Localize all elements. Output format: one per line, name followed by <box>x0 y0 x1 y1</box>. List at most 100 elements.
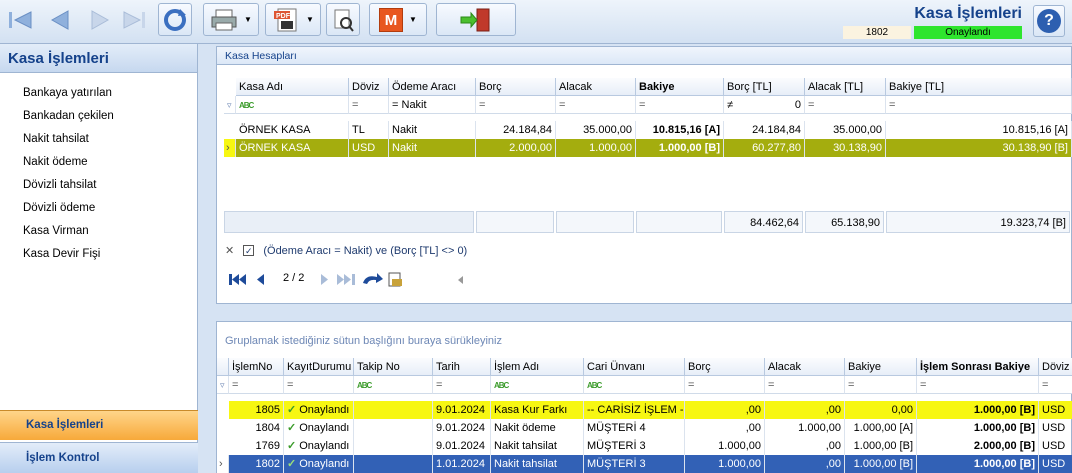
m-button[interactable]: M ▼ <box>369 3 427 36</box>
column-header[interactable]: Ödeme Aracı <box>389 78 476 96</box>
filter-odeme-araci[interactable]: = Nakit <box>389 96 476 114</box>
filter-eq[interactable]: = <box>886 96 1072 114</box>
filter-row: ▿ ABC = = Nakit = = = ≠ 0 = = <box>224 96 1072 114</box>
column-header[interactable]: Borç <box>476 78 556 96</box>
table-row[interactable]: 1805 ✓ Onaylandı 9.01.2024 Kasa Kur Farkı… <box>217 401 1072 419</box>
cell-islem: Nakit ödeme <box>491 419 584 437</box>
column-header[interactable]: Tarih <box>433 358 491 376</box>
column-header[interactable]: Borç <box>685 358 765 376</box>
last-record-button[interactable] <box>120 4 150 36</box>
column-header[interactable]: İşlemNo <box>229 358 284 376</box>
header-corner <box>217 358 229 376</box>
nav-kasa-islemleri[interactable]: Kasa İşlemleri <box>0 410 198 440</box>
filter-eq[interactable]: = <box>845 376 917 394</box>
last-page-icon[interactable] <box>337 274 355 285</box>
table-row[interactable]: 1804 ✓ Onaylandı 9.01.2024 Nakit ödeme MÜ… <box>217 419 1072 437</box>
abc-icon[interactable]: ABC <box>584 376 685 394</box>
filter-eq[interactable]: = <box>229 376 284 394</box>
filter-eq[interactable]: = <box>636 96 724 114</box>
filter-eq[interactable]: = <box>805 96 886 114</box>
column-header[interactable]: Alacak [TL] <box>805 78 886 96</box>
filter-eq[interactable]: = <box>433 376 491 394</box>
table-row[interactable]: 1769 ✓ Onaylandı 9.01.2024 Nakit tahsilat… <box>217 437 1072 455</box>
print-button[interactable]: ▼ <box>203 3 259 36</box>
filter-eq[interactable]: = <box>765 376 845 394</box>
column-header[interactable]: KayıtDurumu <box>284 358 354 376</box>
m-icon: M <box>379 7 404 32</box>
panel-title: Kasa Hesapları <box>217 47 1071 65</box>
group-panel-hint[interactable]: Gruplamak istediğiniz sütun başlığını bu… <box>225 335 502 347</box>
exit-button[interactable] <box>436 3 516 36</box>
help-icon: ? <box>1037 9 1061 33</box>
column-header[interactable]: Alacak <box>765 358 845 376</box>
column-header[interactable]: Cari Ünvanı <box>584 358 685 376</box>
refresh-icon <box>164 8 186 31</box>
nav-islem-kontrol[interactable]: İşlem Kontrol <box>0 442 198 473</box>
abc-icon[interactable]: ABC <box>491 376 584 394</box>
filter-eq[interactable]: = <box>685 376 765 394</box>
pdf-button[interactable]: PDF ▼ <box>265 3 321 36</box>
filter-borc-tl[interactable]: ≠ 0 <box>724 96 805 114</box>
tools-button[interactable] <box>326 3 360 36</box>
sidebar-item-dovizli-odeme[interactable]: Dövizli ödeme <box>23 202 95 214</box>
sidebar-item-nakit-tahsilat[interactable]: Nakit tahsilat <box>23 133 89 145</box>
sidebar-item-bankadan-cekilen[interactable]: Bankadan çekilen <box>23 110 114 122</box>
abc-icon[interactable]: ABC <box>236 96 349 114</box>
row-indicator-icon: › <box>224 139 236 157</box>
column-header[interactable]: Döviz <box>349 78 389 96</box>
filter-borc-tl-value: 0 <box>794 99 801 111</box>
cell-durum: ✓ Onaylandı <box>284 401 354 419</box>
next-page-icon[interactable] <box>321 274 328 285</box>
scroll-left-icon[interactable] <box>458 276 463 284</box>
cell-borc: 2.000,00 <box>476 139 556 157</box>
column-header[interactable]: Takip No <box>354 358 433 376</box>
first-record-button[interactable] <box>4 4 34 36</box>
filter-enabled-checkbox[interactable]: ✓ <box>243 245 255 256</box>
chevron-down-icon: ▼ <box>306 15 314 24</box>
cell-bakiye: 1.000,00 [B] <box>845 455 917 473</box>
first-page-icon[interactable] <box>229 274 246 285</box>
refresh-page-icon[interactable] <box>363 273 383 284</box>
page-indicator: 2 / 2 <box>283 272 305 284</box>
column-header[interactable]: Bakiye <box>636 78 724 96</box>
help-button[interactable]: ? <box>1033 5 1065 37</box>
column-header[interactable]: Bakiye <box>845 358 917 376</box>
sidebar-item-nakit-odeme[interactable]: Nakit ödeme <box>23 156 88 168</box>
previous-page-icon[interactable] <box>257 274 264 285</box>
export-icon[interactable] <box>388 272 402 287</box>
filter-eq[interactable]: = <box>1039 376 1072 394</box>
column-header[interactable]: Alacak <box>556 78 636 96</box>
filter-eq[interactable]: = <box>556 96 636 114</box>
column-header[interactable]: İşlem Adı <box>491 358 584 376</box>
total-bakiye-tl: 19.323,74 [B] <box>886 211 1070 233</box>
table-row-selected[interactable]: › ÖRNEK KASA USD Nakit 2.000,00 1.000,00… <box>224 139 1072 157</box>
check-icon: ✓ <box>287 404 297 416</box>
cell-bakiye: 1.000,00 [B] <box>845 437 917 455</box>
sidebar-title: Kasa İşlemleri <box>0 44 197 73</box>
total-bakiye <box>636 211 722 233</box>
column-header[interactable]: Döviz <box>1039 358 1072 376</box>
column-header[interactable]: Bakiye [TL] <box>886 78 1072 96</box>
column-header[interactable]: Kasa Adı <box>236 78 349 96</box>
filter-eq[interactable]: = <box>349 96 389 114</box>
column-header[interactable]: Borç [TL] <box>724 78 805 96</box>
filter-eq[interactable]: = <box>284 376 354 394</box>
refresh-button[interactable] <box>158 3 192 36</box>
close-icon[interactable]: ✕ <box>225 245 234 257</box>
sidebar-item-kasa-virman[interactable]: Kasa Virman <box>23 225 89 237</box>
table-row[interactable]: ÖRNEK KASA TL Nakit 24.184,84 35.000,00 … <box>224 121 1072 139</box>
filter-eq[interactable]: = <box>476 96 556 114</box>
sidebar-item-dovizli-tahsilat[interactable]: Dövizli tahsilat <box>23 179 97 191</box>
previous-record-button[interactable] <box>44 4 74 36</box>
toolbar: ▼ PDF ▼ M ▼ Kasa İşlemleri 1802 Onayland… <box>0 0 1072 44</box>
abc-icon[interactable]: ABC <box>354 376 433 394</box>
next-record-button[interactable] <box>84 4 114 36</box>
cell-no: 1804 <box>229 419 284 437</box>
cell-tarih: 1.01.2024 <box>433 455 491 473</box>
sidebar-item-kasa-devir-fisi[interactable]: Kasa Devir Fişi <box>23 248 100 260</box>
table-row-focused[interactable]: › 1802 ✓ Onaylandı 1.01.2024 Nakit tahsil… <box>217 455 1072 473</box>
filter-eq[interactable]: = <box>917 376 1039 394</box>
cell-cari: MÜŞTERİ 3 <box>584 437 685 455</box>
sidebar-item-bankaya-yatirilan[interactable]: Bankaya yatırılan <box>23 87 112 99</box>
column-header[interactable]: İşlem Sonrası Bakiye <box>917 358 1039 376</box>
